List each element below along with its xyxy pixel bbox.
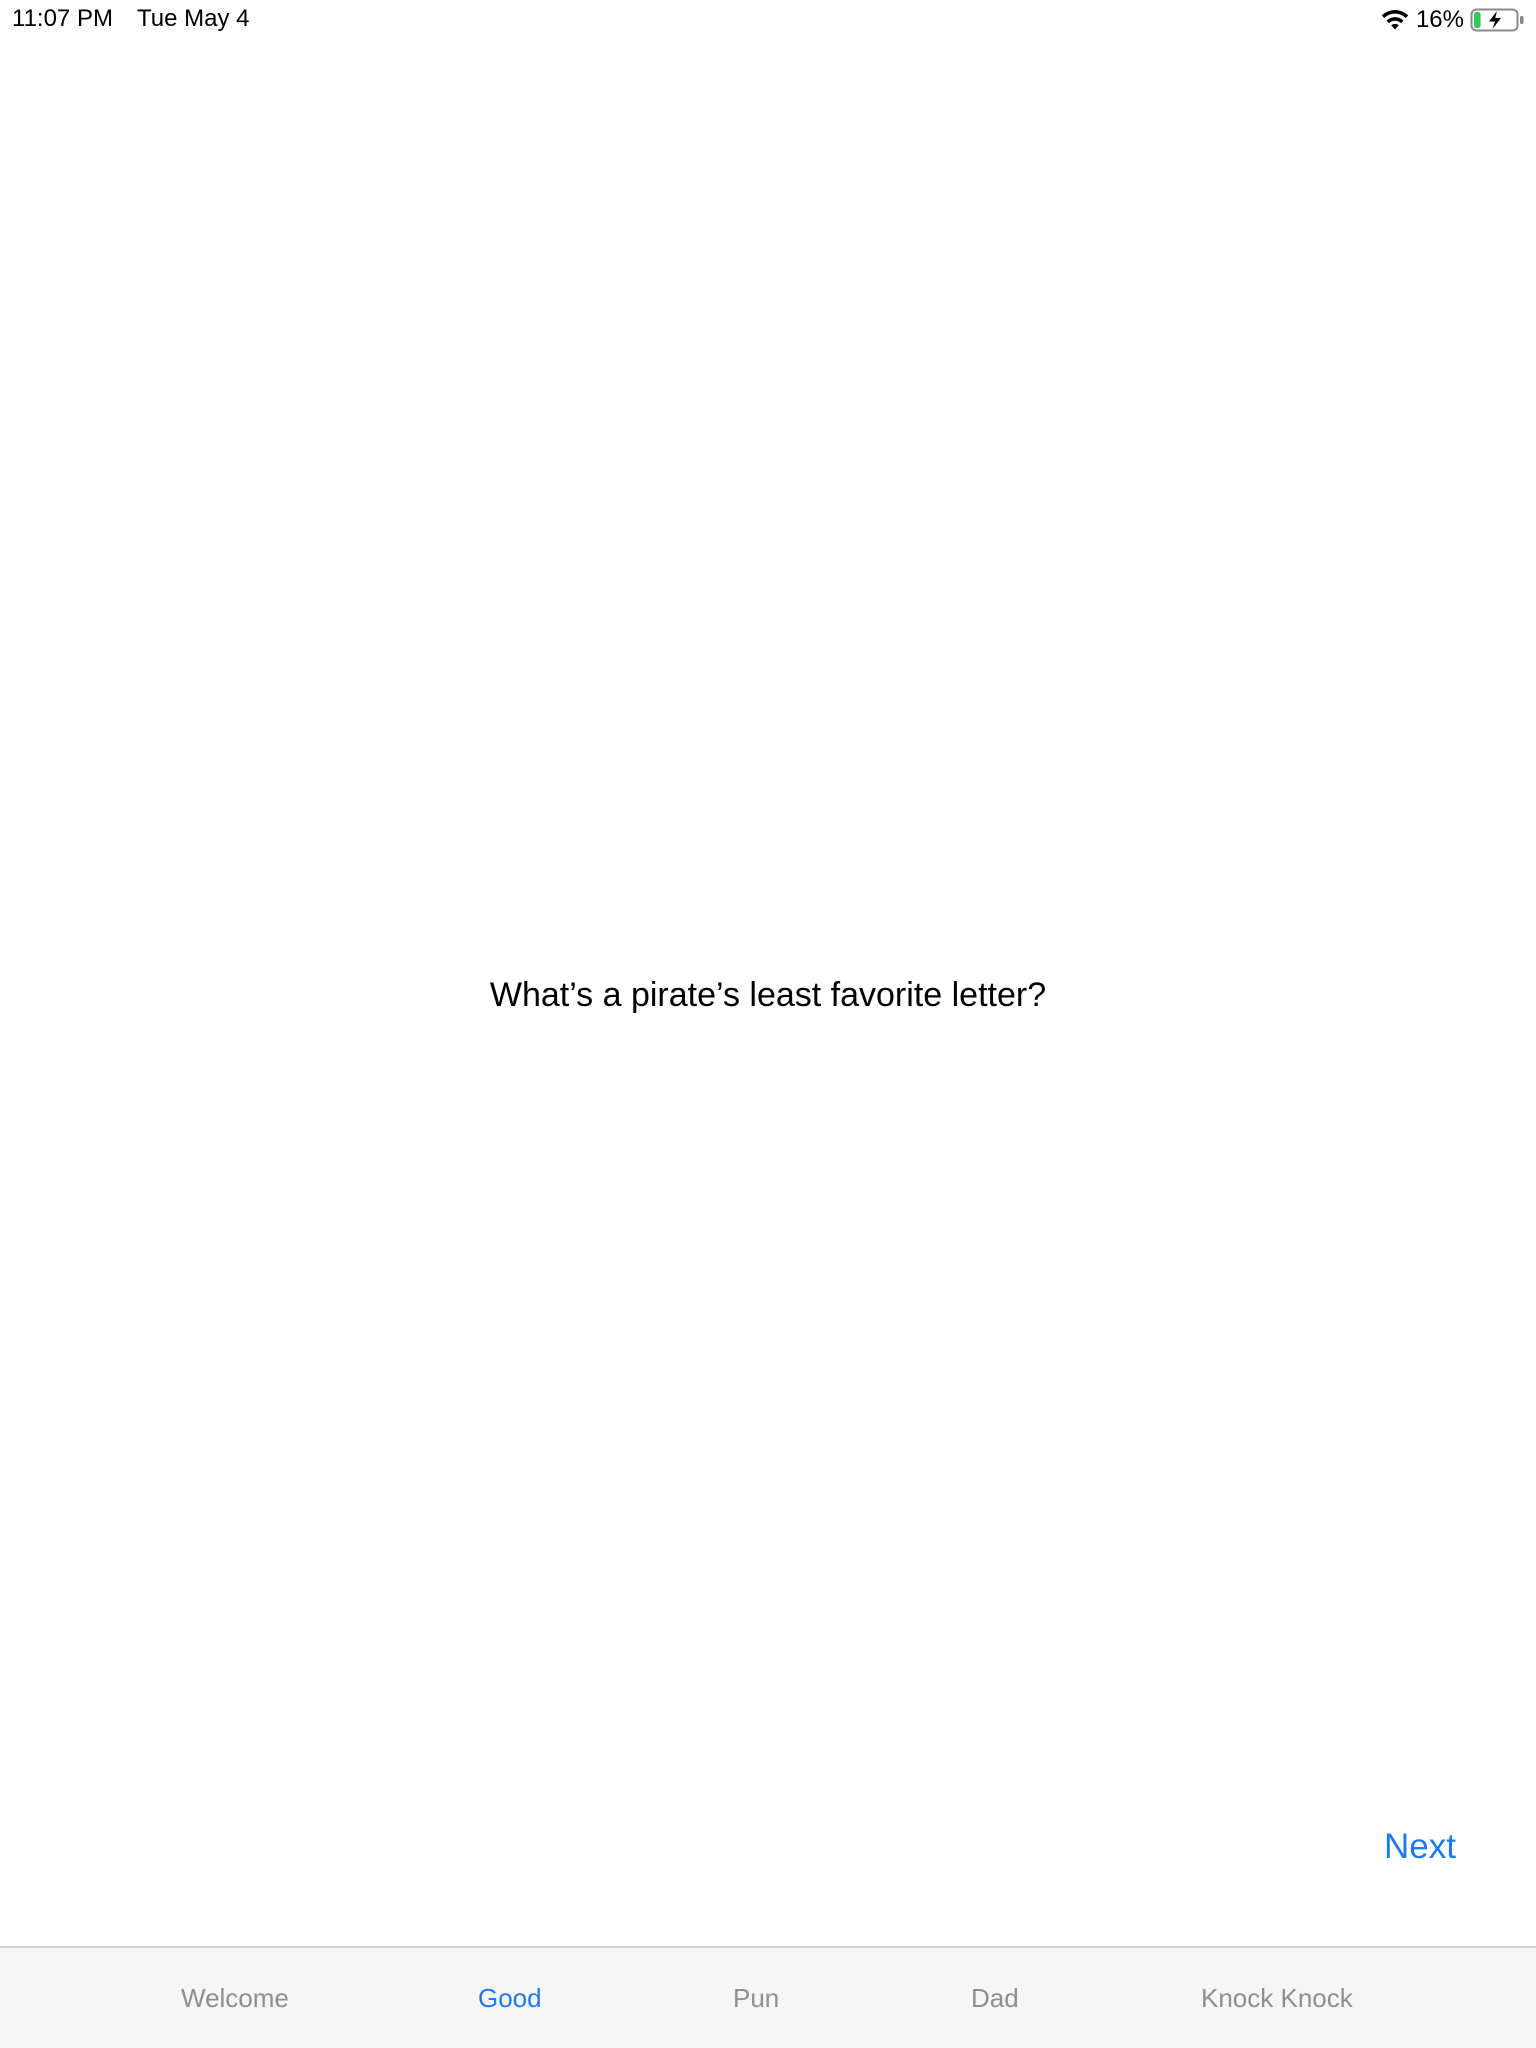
- tab-welcome[interactable]: Welcome: [181, 1982, 289, 2014]
- tab-dad[interactable]: Dad: [971, 1982, 1019, 2014]
- status-time: 11:07 PM: [12, 5, 113, 32]
- tab-good[interactable]: Good: [478, 1982, 542, 2014]
- battery-percent: 16%: [1415, 6, 1464, 33]
- tab-pun[interactable]: Pun: [733, 1982, 779, 2014]
- joke-question: What’s a pirate’s least favorite letter?: [489, 976, 1047, 1014]
- tab-knock-knock[interactable]: Knock Knock: [1201, 1982, 1353, 2014]
- tab-bar: Welcome Good Pun Dad Knock Knock: [0, 1946, 1536, 2048]
- next-button[interactable]: Next: [1384, 1825, 1456, 1869]
- battery-charging-icon: [1470, 8, 1524, 32]
- status-indicators: 16%: [1380, 4, 1526, 36]
- wifi-icon: [1381, 9, 1409, 30]
- status-date: Tue May 4: [137, 5, 250, 32]
- status-bar: 11:07 PM Tue May 4 16%: [0, 0, 1536, 40]
